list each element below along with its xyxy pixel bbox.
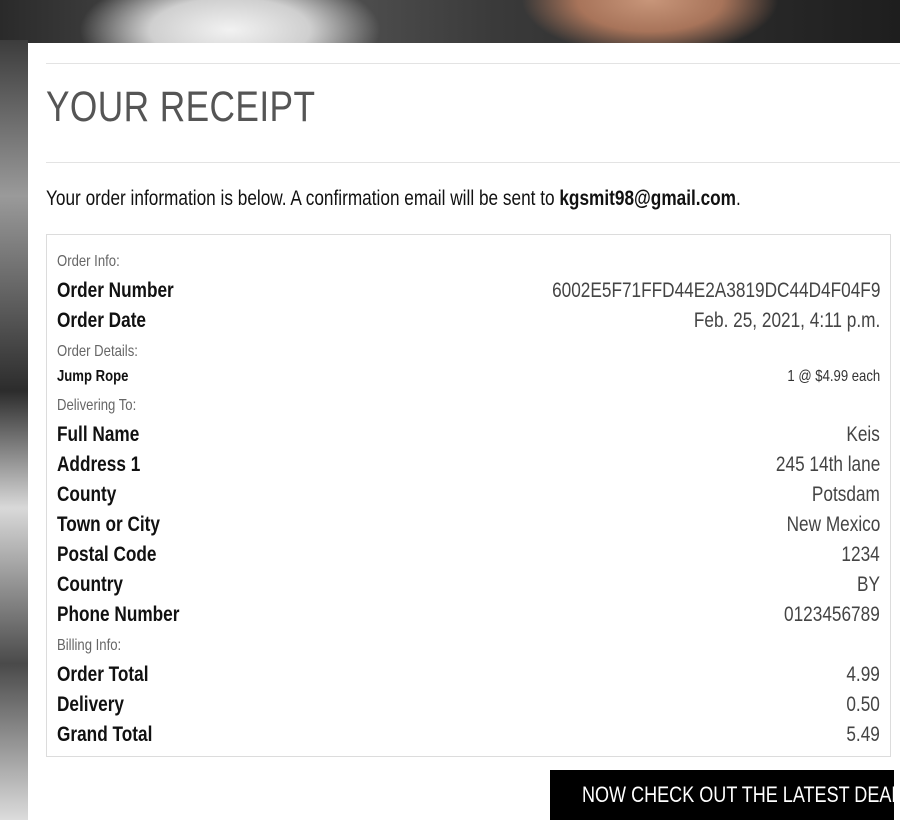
order-number-value: 6002E5F71FFD44E2A3819DC44D4F04F9 <box>551 279 880 302</box>
postal-code-label: Postal Code <box>57 543 157 566</box>
address-1-label: Address 1 <box>57 453 141 476</box>
row-town-or-city: Town or City New Mexico <box>57 513 880 543</box>
order-date-value: Feb. 25, 2021, 4:11 p.m. <box>693 309 880 332</box>
town-value: New Mexico <box>786 513 880 536</box>
country-label: Country <box>57 573 124 596</box>
row-address-1: Address 1 245 14th lane <box>57 453 880 483</box>
order-total-value: 4.99 <box>846 663 880 686</box>
row-country: Country BY <box>57 573 880 603</box>
county-label: County <box>57 483 117 506</box>
postal-code-value: 1234 <box>841 543 880 566</box>
order-total-label: Order Total <box>57 663 149 686</box>
row-order-date: Order Date Feb. 25, 2021, 4:11 p.m. <box>57 309 880 339</box>
row-order-number: Order Number 6002E5F71FFD44E2A3819DC44D4… <box>57 279 880 309</box>
row-order-total: Order Total 4.99 <box>57 663 880 693</box>
row-grand-total: Grand Total 5.49 <box>57 723 880 753</box>
county-value: Potsdam <box>812 483 880 506</box>
delivery-label: Delivery <box>57 693 125 716</box>
receipt-details-box: Order Info: Order Number 6002E5F71FFD44E… <box>46 234 891 757</box>
order-date-label: Order Date <box>57 309 147 332</box>
intro-prefix: Your order information is below. A confi… <box>46 187 560 210</box>
receipt-card: YOUR RECEIPT Your order information is b… <box>28 43 900 820</box>
hero-background-strip <box>0 40 28 820</box>
divider-bottom <box>46 162 900 163</box>
item-name: Jump Rope <box>57 368 129 385</box>
delivery-value: 0.50 <box>846 693 880 716</box>
divider-top <box>46 63 900 64</box>
address-1-value: 245 14th lane <box>775 453 880 476</box>
town-label: Town or City <box>57 513 160 536</box>
section-order-details: Order Details: <box>57 343 138 360</box>
phone-number-value: 0123456789 <box>784 603 880 626</box>
row-delivery: Delivery 0.50 <box>57 693 880 723</box>
row-phone-number: Phone Number 0123456789 <box>57 603 880 633</box>
grand-total-label: Grand Total <box>57 723 153 746</box>
item-qty-price: 1 @ $4.99 each <box>787 368 880 385</box>
row-postal-code: Postal Code 1234 <box>57 543 880 573</box>
country-value: BY <box>857 573 880 596</box>
section-order-info: Order Info: <box>57 253 120 270</box>
grand-total-value: 5.49 <box>846 723 880 746</box>
latest-deals-label: NOW CHECK OUT THE LATEST DEALS! <box>582 782 900 807</box>
intro-text: Your order information is below. A confi… <box>46 187 741 211</box>
customer-email: kgsmit98@gmail.com <box>559 187 736 210</box>
full-name-label: Full Name <box>57 423 140 446</box>
page-title: YOUR RECEIPT <box>46 83 316 131</box>
row-county: County Potsdam <box>57 483 880 513</box>
intro-suffix: . <box>735 187 741 210</box>
order-number-label: Order Number <box>57 279 174 302</box>
full-name-value: Keis <box>846 423 880 446</box>
phone-number-label: Phone Number <box>57 603 180 626</box>
section-delivering-to: Delivering To: <box>57 397 137 414</box>
row-full-name: Full Name Keis <box>57 423 880 453</box>
row-order-item: Jump Rope 1 @ $4.99 each <box>57 368 880 398</box>
latest-deals-button[interactable]: NOW CHECK OUT THE LATEST DEALS! <box>550 770 900 820</box>
section-billing-info: Billing Info: <box>57 637 122 654</box>
